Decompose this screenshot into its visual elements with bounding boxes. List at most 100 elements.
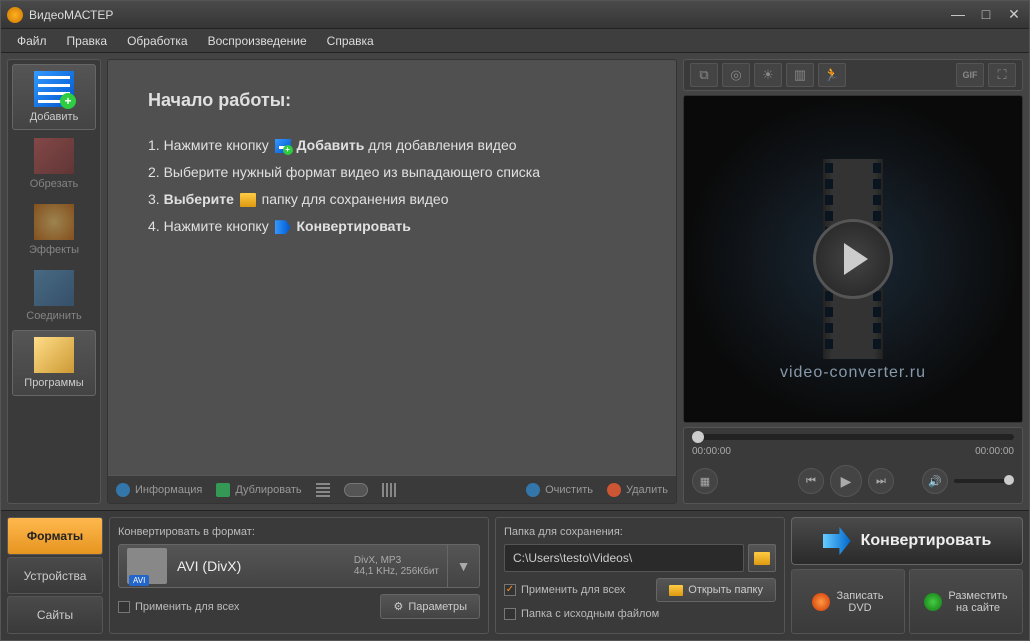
format-tabs: Форматы Устройства Сайты — [7, 517, 103, 634]
center-panel: Начало работы: 1. Нажмите кнопку + Добав… — [107, 59, 677, 504]
content-area: Начало работы: 1. Нажмите кнопку + Добав… — [107, 59, 677, 504]
programs-icon — [34, 337, 74, 373]
params-button[interactable]: ⚙Параметры — [380, 594, 480, 619]
globe-icon — [924, 593, 942, 611]
dvd-icon — [812, 593, 830, 611]
tab-sites[interactable]: Сайты — [7, 596, 103, 634]
tb-view-toggle[interactable] — [344, 483, 368, 497]
menubar: Файл Правка Обработка Воспроизведение Сп… — [1, 29, 1029, 53]
bottom-panel: Форматы Устройства Сайты Конвертировать … — [1, 510, 1029, 640]
add-icon: + — [34, 71, 74, 107]
browse-folder-button[interactable] — [748, 544, 776, 572]
tb-info[interactable]: Информация — [116, 483, 202, 497]
sidebar-cut[interactable]: Обрезать — [12, 132, 96, 196]
speed-tool-icon[interactable]: 🏃 — [818, 63, 846, 87]
inline-add-icon: + — [275, 139, 291, 153]
crop-tool-icon[interactable]: ⧉ — [690, 63, 718, 87]
checkbox-icon — [504, 584, 516, 596]
sidebar-add[interactable]: + Добавить — [12, 64, 96, 130]
open-folder-button[interactable]: Открыть папку — [656, 578, 776, 602]
fullscreen-tool-icon[interactable]: ⛶ — [988, 63, 1016, 87]
join-icon — [34, 270, 74, 306]
tb-view-grid[interactable] — [382, 483, 396, 497]
format-display[interactable]: AVI AVI (DivX) DivX, MP3 44,1 KHz, 256Кб… — [118, 544, 448, 588]
convert-button[interactable]: Конвертировать — [791, 517, 1023, 565]
sidebar: + Добавить Обрезать Эффекты Соединить Пр… — [7, 59, 101, 504]
prev-button[interactable]: ⏮ — [798, 468, 824, 494]
actions-section: Конвертировать Записать DVD — [791, 517, 1023, 634]
publish-button[interactable]: Разместить на сайте — [909, 569, 1023, 634]
titlebar: ВидеоМАСТЕР — □ ✕ — [1, 1, 1029, 29]
tb-view-list[interactable] — [316, 483, 330, 497]
delete-icon — [607, 483, 621, 497]
app-window: ВидеоМАСТЕР — □ ✕ Файл Правка Обработка … — [0, 0, 1030, 641]
mute-button[interactable]: 🔊 — [922, 468, 948, 494]
seekbar[interactable] — [692, 434, 1014, 440]
seekbar-thumb[interactable] — [692, 431, 704, 443]
grid-view-icon — [382, 483, 396, 497]
tab-devices[interactable]: Устройства — [7, 557, 103, 595]
play-button[interactable]: ▶ — [830, 465, 862, 497]
gif-tool-icon[interactable]: GIF — [956, 63, 984, 87]
format-section: Конвертировать в формат: AVI AVI (DivX) … — [109, 517, 489, 634]
brightness-tool-icon[interactable]: ☀ — [754, 63, 782, 87]
list-toolbar: Информация Дублировать Очистить Удалить — [108, 475, 676, 503]
folder-path-input[interactable] — [504, 544, 744, 572]
menu-file[interactable]: Файл — [9, 31, 55, 51]
tb-delete[interactable]: Удалить — [607, 483, 668, 497]
app-title: ВидеоМАСТЕР — [29, 8, 949, 22]
app-icon — [7, 7, 23, 23]
format-selector[interactable]: AVI AVI (DivX) DivX, MP3 44,1 KHz, 256Кб… — [118, 544, 480, 588]
sidebar-effects-label: Эффекты — [29, 244, 79, 256]
maximize-button[interactable]: □ — [977, 8, 995, 22]
format-apply-all-checkbox[interactable]: Применить для всех — [118, 601, 239, 613]
volume-thumb[interactable] — [1004, 475, 1014, 485]
menu-help[interactable]: Справка — [319, 31, 382, 51]
next-button[interactable]: ⏭ — [868, 468, 894, 494]
inline-folder-icon — [240, 193, 256, 207]
format-bitrate: 44,1 KHz, 256Кбит — [354, 566, 439, 577]
checkbox-icon — [118, 601, 130, 613]
format-codec: DivX, MP3 — [354, 555, 439, 566]
snapshot-tool-icon[interactable]: ◎ — [722, 63, 750, 87]
menu-processing[interactable]: Обработка — [119, 31, 196, 51]
clear-icon — [526, 483, 540, 497]
preview-controls: 00:00:00 00:00:00 ▦ ⏮ ▶ ⏭ 🔊 — [683, 427, 1023, 504]
format-dropdown-button[interactable]: ▼ — [448, 544, 480, 588]
tab-formats[interactable]: Форматы — [7, 517, 103, 555]
step-4: 4. Нажмите кнопку Конвертировать — [148, 216, 636, 237]
menu-edit[interactable]: Правка — [59, 31, 116, 51]
close-button[interactable]: ✕ — [1005, 8, 1023, 22]
time-total: 00:00:00 — [975, 446, 1014, 457]
sidebar-join[interactable]: Соединить — [12, 264, 96, 328]
format-name: AVI (DivX) — [177, 558, 241, 574]
tb-duplicate[interactable]: Дублировать — [216, 483, 301, 497]
step-2: 2. Выберите нужный формат видео из выпад… — [148, 162, 636, 183]
preview-toolbar: ⧉ ◎ ☀ ▥ 🏃 GIF ⛶ — [683, 59, 1023, 91]
step-1: 1. Нажмите кнопку + Добавить для добавле… — [148, 135, 636, 156]
sidebar-cut-label: Обрезать — [30, 178, 79, 190]
sidebar-join-label: Соединить — [26, 310, 82, 322]
step-3: 3. Выберите папку для сохранения видео — [148, 189, 636, 210]
volume-slider[interactable] — [954, 479, 1014, 483]
format-file-icon: AVI — [127, 548, 167, 584]
folder-section-label: Папка для сохранения: — [504, 526, 776, 538]
tb-clear[interactable]: Очистить — [526, 483, 593, 497]
folder-open-icon — [669, 585, 683, 596]
sidebar-effects[interactable]: Эффекты — [12, 198, 96, 262]
inline-convert-icon — [275, 220, 291, 234]
preview-video: video-converter.ru — [683, 95, 1023, 423]
clip-tool-icon[interactable]: ▥ — [786, 63, 814, 87]
folder-apply-all-checkbox[interactable]: Применить для всех — [504, 584, 625, 596]
menu-playback[interactable]: Воспроизведение — [200, 31, 315, 51]
folder-section: Папка для сохранения: Применить для всех… — [495, 517, 785, 634]
burn-dvd-button[interactable]: Записать DVD — [791, 569, 905, 634]
screenshot-button[interactable]: ▦ — [692, 468, 718, 494]
gear-icon: ⚙ — [393, 600, 403, 613]
list-view-icon — [316, 483, 330, 497]
minimize-button[interactable]: — — [949, 8, 967, 22]
sidebar-programs[interactable]: Программы — [12, 330, 96, 396]
effects-icon — [34, 204, 74, 240]
time-current: 00:00:00 — [692, 446, 731, 457]
same-folder-checkbox[interactable]: Папка с исходным файлом — [504, 608, 776, 620]
